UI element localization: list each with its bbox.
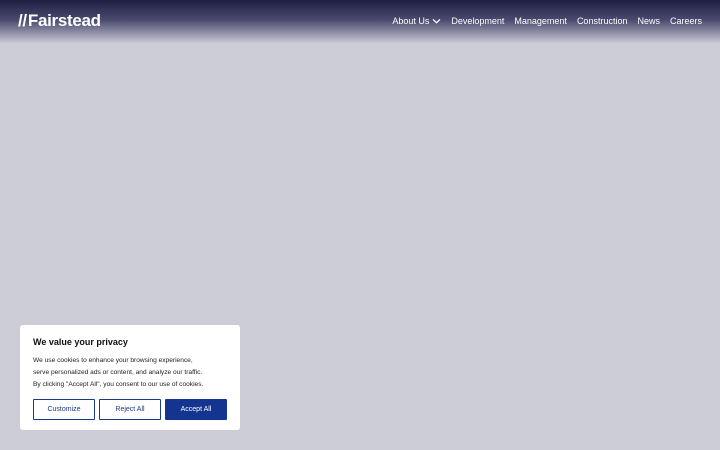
accept-all-button[interactable]: Accept All [165,399,227,420]
nav-item-management[interactable]: Management [514,14,567,28]
nav-item-news[interactable]: News [637,14,660,28]
site-header: // Fairstead About Us Development Manage… [0,0,720,44]
cookie-banner-text: We use cookies to enhance your browsing … [33,355,227,391]
cookie-text-line: By clicking "Accept All", you consent to… [33,381,204,388]
cookie-button-row: Customize Reject All Accept All [33,399,227,420]
logo-wordmark: Fairstead [27,11,101,30]
nav-item-development[interactable]: Development [451,14,504,28]
cookie-text-line: serve personalized ads or content, and a… [33,369,203,376]
logo-slashes-icon: // [18,11,27,30]
fairstead-logo[interactable]: // Fairstead [18,10,101,32]
main-nav: About Us Development Management Construc… [392,14,702,28]
nav-item-careers[interactable]: Careers [670,14,702,28]
nav-item-about-us[interactable]: About Us [392,14,441,28]
chevron-down-icon [433,18,441,23]
reject-all-button[interactable]: Reject All [99,399,161,420]
cookie-text-line: We use cookies to enhance your browsing … [33,357,193,364]
nav-item-label: About Us [392,16,430,26]
cookie-consent-banner: We value your privacy We use cookies to … [20,325,240,430]
nav-item-construction[interactable]: Construction [577,14,628,28]
cookie-banner-title: We value your privacy [33,337,128,347]
customize-button[interactable]: Customize [33,399,95,420]
